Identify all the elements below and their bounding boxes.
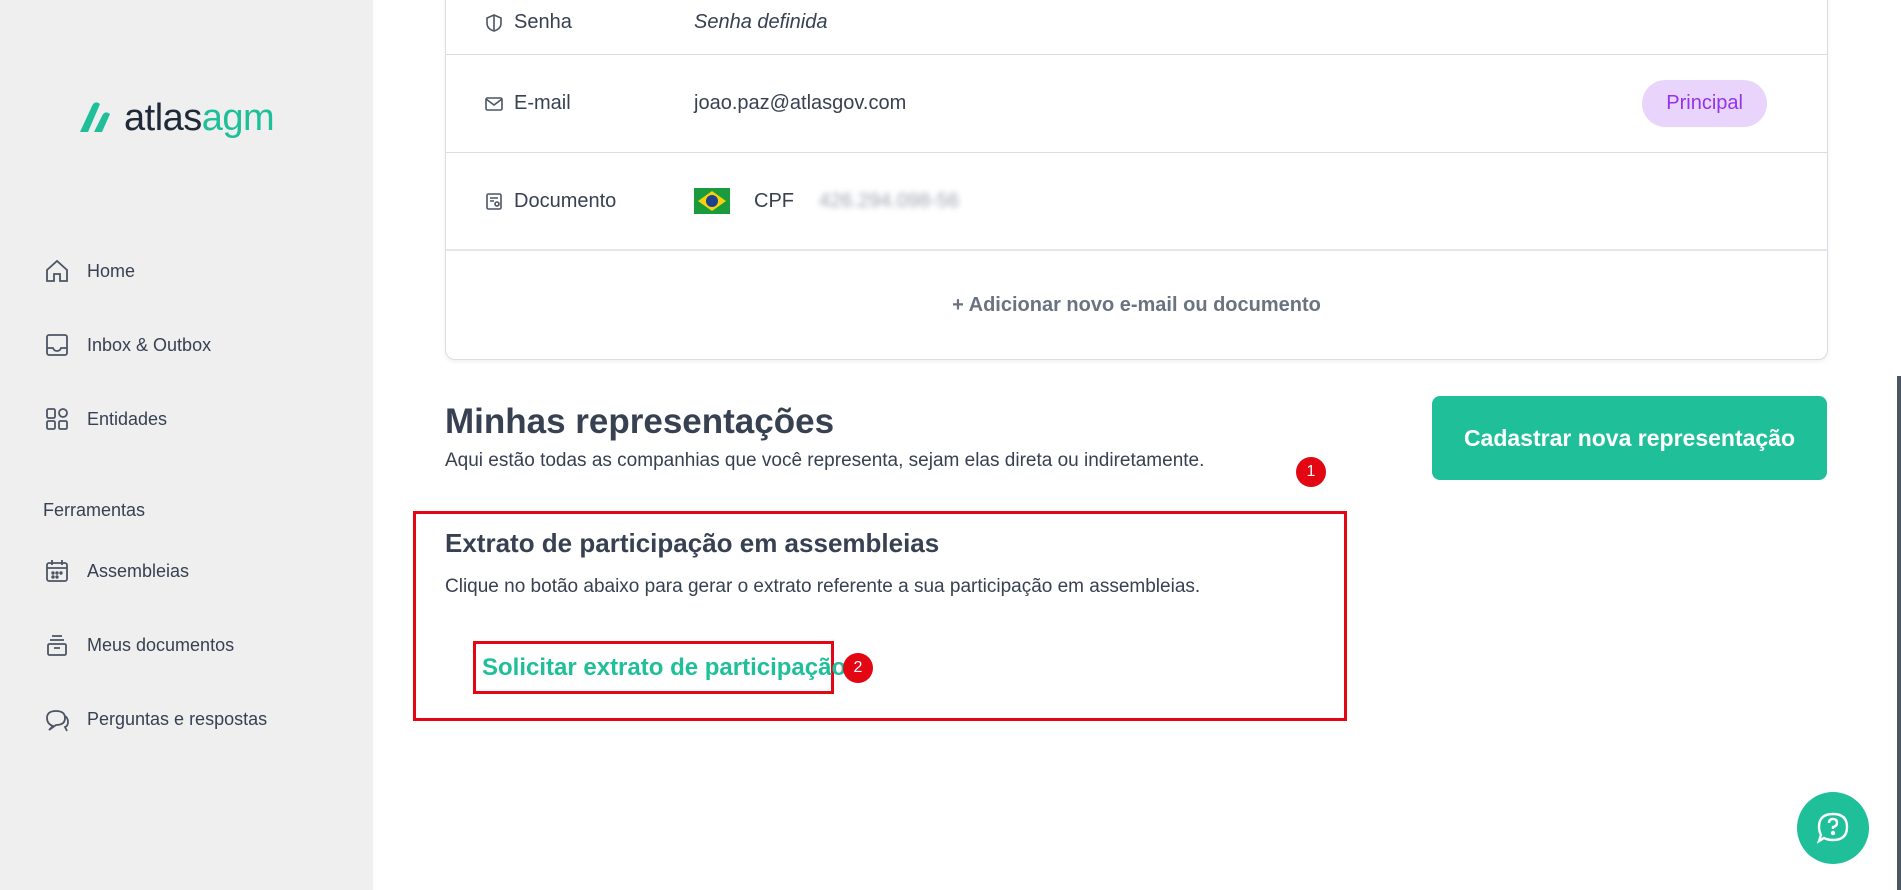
brazil-flag-icon <box>694 188 730 214</box>
archive-icon <box>47 635 67 656</box>
account-card: Senha Senha definida E-mail joao.paz@atl… <box>445 0 1828 360</box>
help-button[interactable] <box>1797 792 1869 864</box>
sidebar-item-home[interactable]: Home <box>43 257 135 285</box>
document-number: 426.294.098-56 <box>819 189 960 212</box>
document-type: CPF <box>754 189 794 212</box>
mail-icon <box>485 96 503 111</box>
logo-text: atlasagm <box>124 96 275 139</box>
sidebar-item-inbox[interactable]: Inbox & Outbox <box>43 331 211 359</box>
id-card-icon <box>486 193 502 210</box>
annotation-marker-1: 1 <box>1296 457 1326 487</box>
solicitar-extrato-link[interactable]: Solicitar extrato de participação <box>482 654 846 682</box>
atlas-logo-icon <box>80 102 110 132</box>
chat-icon <box>46 710 69 732</box>
email-label: E-mail <box>484 92 571 115</box>
senha-value: Senha definida <box>694 11 828 33</box>
grid-icon <box>46 408 68 430</box>
account-row-email: E-mail joao.paz@atlasgov.com Principal <box>446 55 1827 153</box>
principal-badge: Principal <box>1642 80 1767 127</box>
sidebar-item-label: Home <box>87 260 136 281</box>
sidebar-item-entidades[interactable]: Entidades <box>43 405 167 433</box>
sidebar-item-assembleias[interactable]: Assembleias <box>43 557 189 585</box>
shield-icon <box>486 13 502 32</box>
sidebar-section-label: Ferramentas <box>43 500 146 520</box>
home-icon <box>46 259 68 282</box>
help-chat-icon <box>1816 812 1849 844</box>
email-value: joao.paz@atlasgov.com <box>694 92 907 114</box>
cadastrar-representacao-button[interactable]: Cadastrar nova representação <box>1432 396 1827 480</box>
account-row-senha: Senha Senha definida <box>446 0 1827 55</box>
inbox-icon <box>46 334 68 356</box>
logo[interactable]: atlasagm <box>72 96 275 140</box>
senha-label: Senha <box>484 11 572 34</box>
representacoes-title: Minhas representações <box>445 402 835 441</box>
sidebar-item-label: Perguntas e respostas <box>87 708 268 729</box>
sidebar-item-label: Entidades <box>87 408 168 429</box>
sidebar-item-meus-documentos[interactable]: Meus documentos <box>43 631 234 659</box>
scrollbar-thumb[interactable] <box>1897 376 1901 890</box>
sidebar-item-label: Assembleias <box>87 560 190 581</box>
extrato-title: Extrato de participação em assembleias <box>445 528 940 558</box>
documento-label: Documento <box>484 190 616 213</box>
annotation-marker-2: 2 <box>843 653 873 683</box>
sidebar-item-label: Meus documentos <box>87 634 235 655</box>
sidebar: atlasagm Home Inbox & Outbox Entidades F… <box>0 0 373 890</box>
add-email-or-document-link[interactable]: + Adicionar novo e-mail ou documento <box>446 251 1827 359</box>
sidebar-item-perguntas[interactable]: Perguntas e respostas <box>43 705 267 733</box>
sidebar-item-label: Inbox & Outbox <box>87 334 212 355</box>
calendar-icon <box>46 560 68 582</box>
representacoes-subtitle: Aqui estão todas as companhias que você … <box>445 450 1205 471</box>
extrato-subtitle: Clique no botão abaixo para gerar o extr… <box>445 576 1201 597</box>
account-row-documento: Documento CPF 426.294.098-56 <box>446 153 1827 251</box>
